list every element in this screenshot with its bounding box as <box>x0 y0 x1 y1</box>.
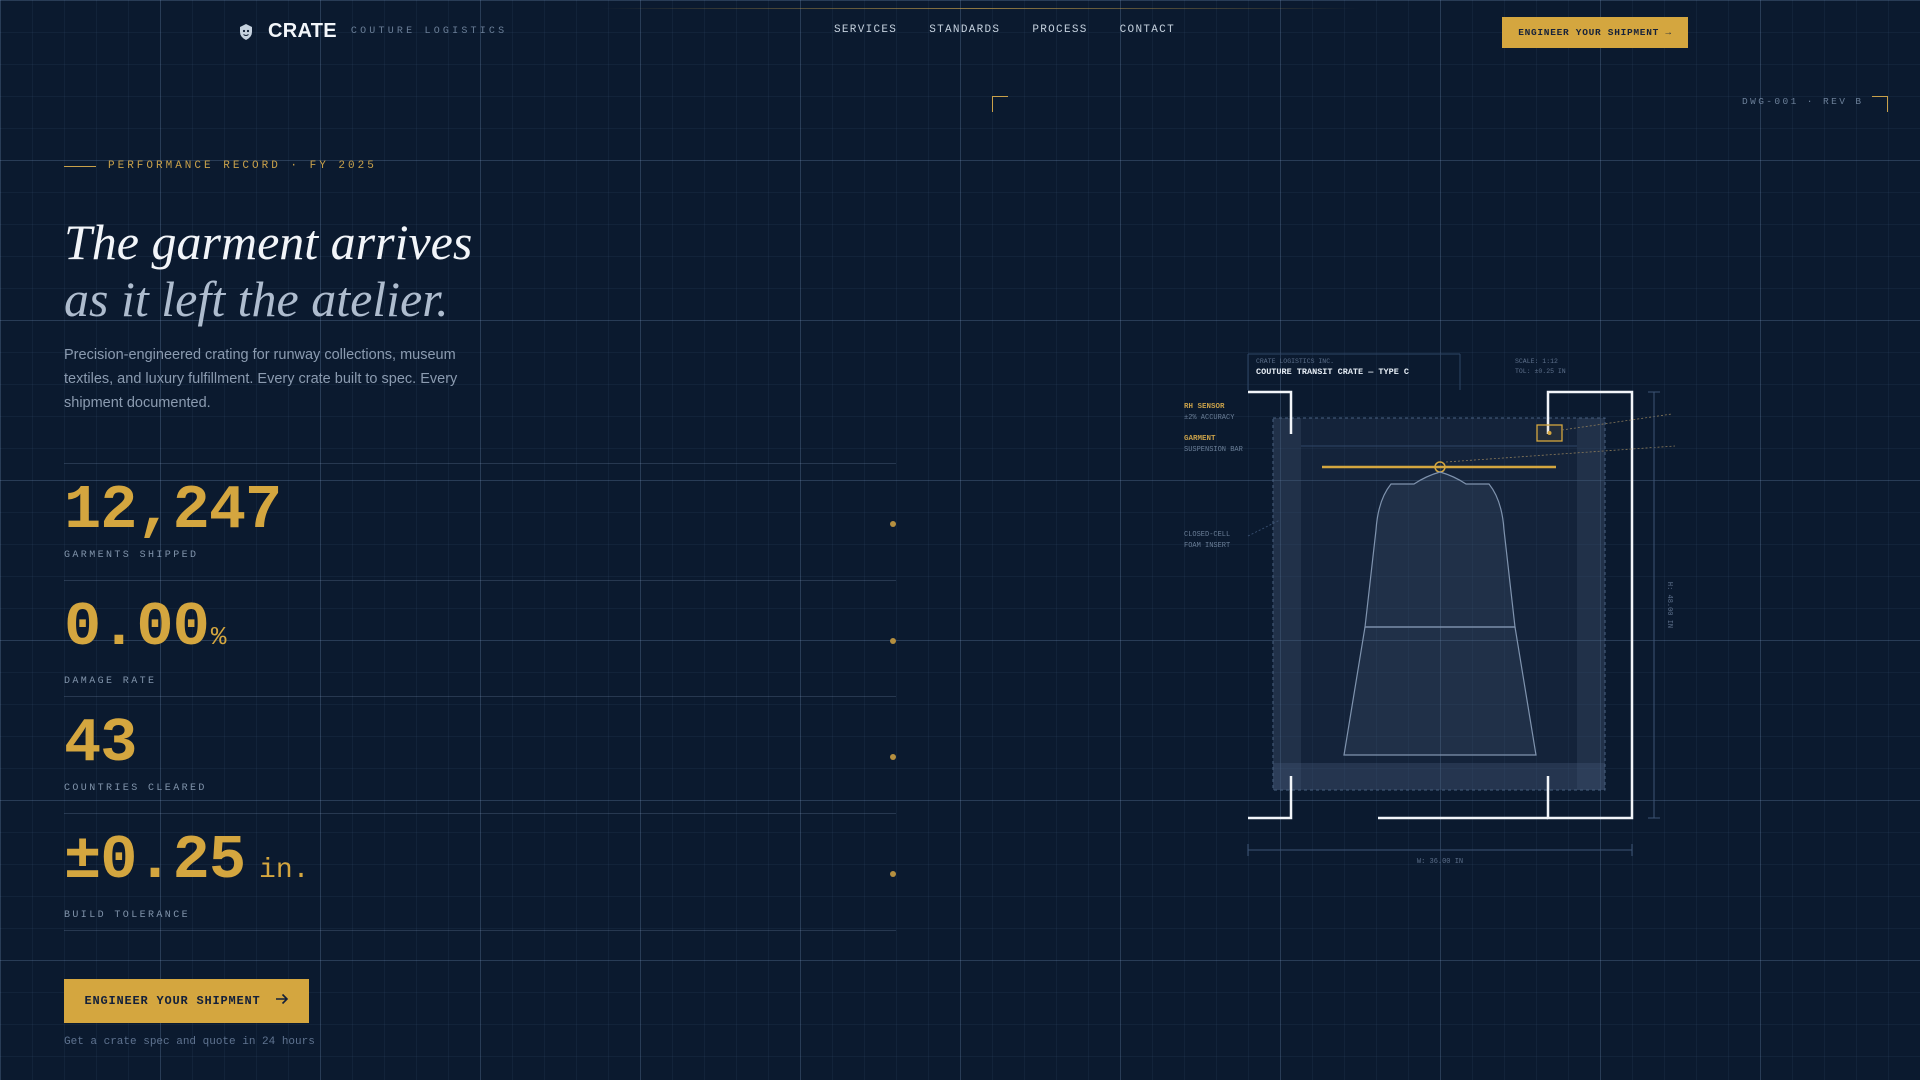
nav-contact[interactable]: CONTACT <box>1120 24 1175 36</box>
eyebrow: PERFORMANCE RECORD · FY 2025 <box>64 160 377 172</box>
brand-tagline: COUTURE LOGISTICS <box>350 26 508 37</box>
stat-divider <box>64 813 896 814</box>
foam-label-line2: FOAM INSERT <box>1184 542 1230 550</box>
drawing-corner-mark-left <box>992 96 1008 112</box>
top-accent-rule <box>600 8 1360 9</box>
diagram-title: COUTURE TRANSIT CRATE — TYPE C <box>1256 367 1409 377</box>
stat-divider <box>64 580 896 581</box>
stat-value: 43 <box>64 708 137 779</box>
nav-services[interactable]: SERVICES <box>834 24 897 36</box>
stat-divider <box>64 463 896 464</box>
garment-label: GARMENT <box>1184 435 1216 443</box>
stat-label: DAMAGE RATE <box>64 676 157 687</box>
brand-logo[interactable]: CRATE COUTURE LOGISTICS <box>236 20 507 43</box>
arrow-right-icon <box>275 993 289 1009</box>
cta-note: Get a crate spec and quote in 24 hours <box>64 1036 315 1048</box>
stat-marker-dot <box>890 754 896 760</box>
nav-standards[interactable]: STANDARDS <box>929 24 1000 36</box>
engineer-shipment-button[interactable]: ENGINEER YOUR SHIPMENT <box>64 979 309 1023</box>
width-dimension: W: 36.00 IN <box>1417 858 1463 866</box>
stat-garments-shipped: 12,247 GARMENTS SHIPPED <box>64 475 894 562</box>
drawing-code: DWG-001 · REV B <box>1742 96 1864 107</box>
drawing-corner-mark-right <box>1872 96 1888 112</box>
diagram-title-block: CRATE LOGISTICS INC. COUTURE TRANSIT CRA… <box>1247 353 1566 390</box>
stat-countries-cleared: 43 COUNTRIES CLEARED <box>64 708 894 795</box>
stat-label: BUILD TOLERANCE <box>64 910 191 921</box>
rh-sensor-label: RH SENSOR <box>1184 403 1225 411</box>
headline-line-1: The garment arrives <box>64 214 473 270</box>
eyebrow-rule <box>64 165 96 167</box>
diagram-tolerance: TOL: ±0.25 IN <box>1515 368 1566 375</box>
nav-process[interactable]: PROCESS <box>1032 24 1087 36</box>
stat-divider <box>64 930 896 931</box>
stat-value: 12,247 <box>64 475 282 546</box>
stat-divider <box>64 696 896 697</box>
foam-label-line1: CLOSED-CELL <box>1184 531 1230 539</box>
rh-sensor-detail: ±2% ACCURACY <box>1184 414 1235 422</box>
stat-marker-dot <box>890 871 896 877</box>
hero-headline: The garment arrives as it left the ateli… <box>64 214 472 328</box>
eyebrow-text: PERFORMANCE RECORD · FY 2025 <box>108 160 377 172</box>
hero-lede: Precision-engineered crating for runway … <box>64 347 458 411</box>
headline-line-2: as it left the atelier. <box>64 271 449 327</box>
brand-name: CRATE <box>268 20 337 42</box>
stat-label: COUNTRIES CLEARED <box>64 783 207 794</box>
diagram-callouts: RH SENSOR ±2% ACCURACY GARMENT SUSPENSIO… <box>1184 403 1281 550</box>
stat-marker-dot <box>890 521 896 527</box>
height-dimension: H: 48.00 IN <box>1665 582 1673 628</box>
main-nav: SERVICES STANDARDS PROCESS CONTACT <box>834 24 1175 36</box>
garment-detail: SUSPENSION BAR <box>1184 446 1244 454</box>
diagram-company: CRATE LOGISTICS INC. <box>1256 358 1334 365</box>
cta-label: ENGINEER YOUR SHIPMENT <box>84 994 261 1008</box>
diagram-scale: SCALE: 1:12 <box>1515 358 1558 365</box>
stat-damage-rate: 0.00% DAMAGE RATE <box>64 592 894 688</box>
nav-engineer-shipment-button[interactable]: ENGINEER YOUR SHIPMENT → <box>1502 17 1688 48</box>
crate-diagram: CRATE LOGISTICS INC. COUTURE TRANSIT CRA… <box>1184 353 1676 866</box>
stat-label: GARMENTS SHIPPED <box>64 550 199 561</box>
stat-value: 0.00% <box>64 592 227 663</box>
stat-value: ±0.25 in. <box>64 825 310 896</box>
lion-crest-icon <box>236 22 256 42</box>
stat-build-tolerance: ±0.25 in. BUILD TOLERANCE <box>64 825 894 922</box>
stat-marker-dot <box>890 638 896 644</box>
